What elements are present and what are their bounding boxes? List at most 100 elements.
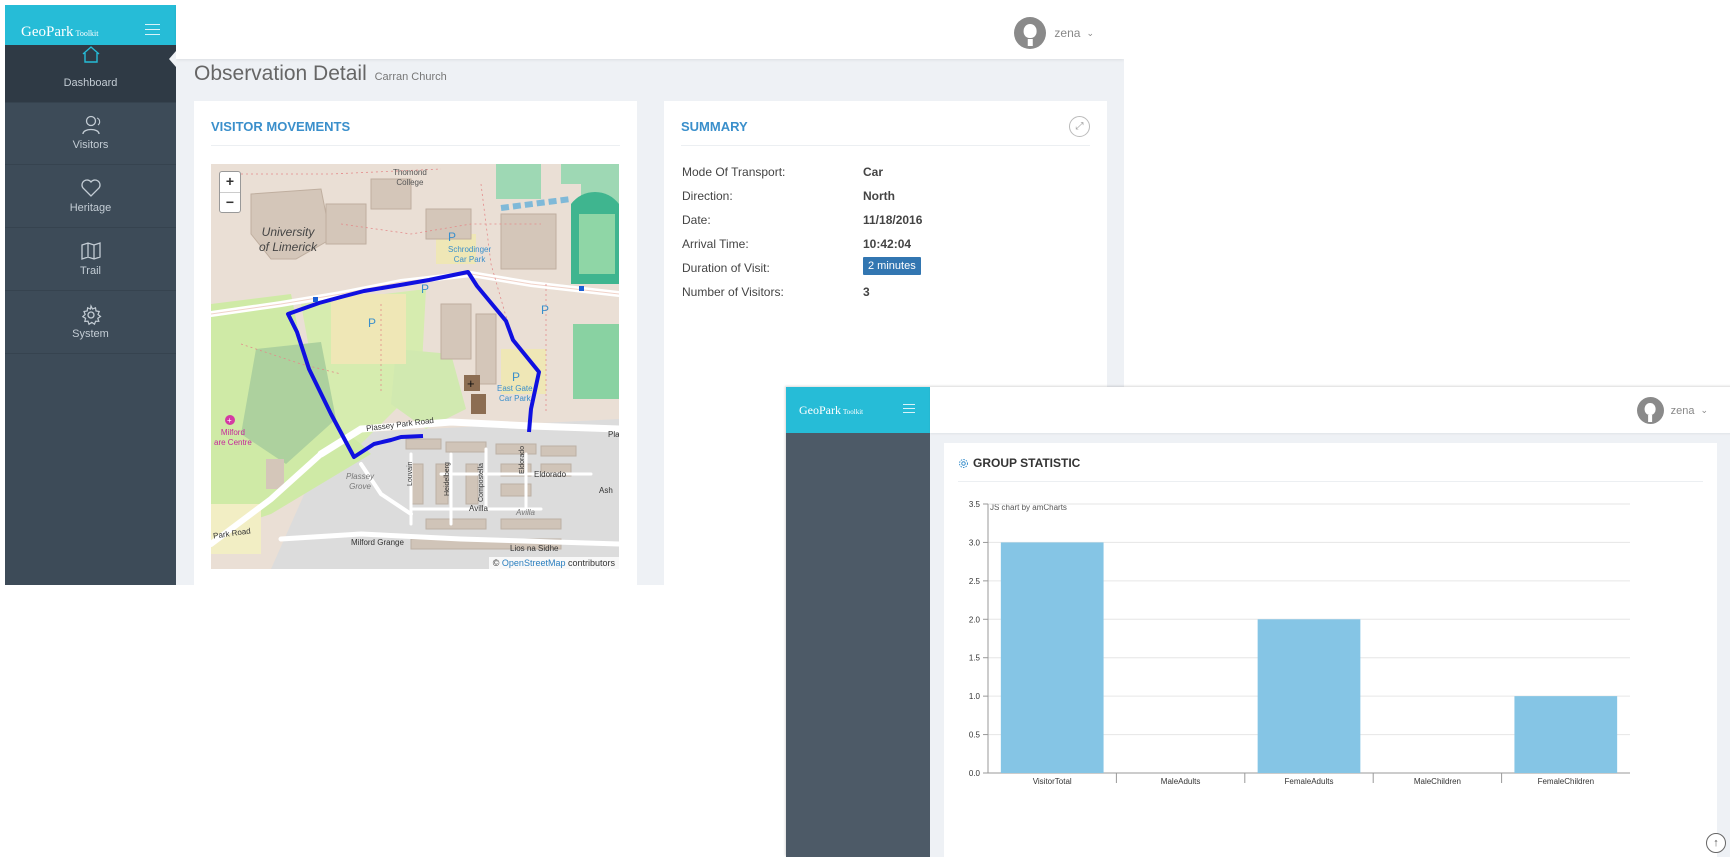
avatar — [1014, 17, 1047, 49]
map-label-milford: Milford are Centre — [214, 428, 252, 447]
brand-bar: GeoPark Toolkit — [786, 387, 930, 433]
map-label-heidelberg: Heidelberg — [444, 462, 451, 496]
group-statistic-panel: GROUP STATISTIC JS chart by amCharts 0.0… — [944, 443, 1717, 857]
summary-value: Car — [863, 165, 884, 179]
svg-text:+: + — [467, 376, 475, 391]
map-label-university: University of Limerick — [259, 225, 318, 254]
x-tick-label: MaleAdults — [1161, 777, 1201, 786]
panel-title: SUMMARY — [681, 119, 748, 134]
summary-value: North — [863, 189, 895, 203]
map-label-parking: P — [421, 282, 430, 296]
y-tick-label: 2.0 — [969, 615, 981, 624]
sidebar-item-trail[interactable]: Trail — [5, 229, 176, 291]
map-label-thomond: Thomond College — [393, 168, 427, 187]
divider — [681, 145, 1090, 146]
gear-icon — [81, 304, 102, 326]
divider — [211, 145, 620, 146]
top-bar: zena ⌄ — [176, 5, 1124, 59]
summary-value: 10:42:04 — [863, 237, 912, 251]
top-bar: zena ⌄ — [930, 387, 1730, 433]
summary-label: Arrival Time: — [682, 237, 749, 251]
y-tick-label: 0.0 — [969, 769, 981, 778]
sidebar-item-label: Heritage — [69, 202, 112, 214]
zoom-in-button[interactable]: + — [220, 172, 240, 192]
sidebar-item-label: Trail — [80, 265, 101, 277]
x-tick-label: VisitorTotal — [1033, 777, 1072, 786]
map-label-milford-grange: Milford Grange — [351, 538, 404, 547]
x-tick-label: FemaleChildren — [1538, 777, 1594, 786]
menu-toggle-icon[interactable] — [145, 24, 160, 35]
avatar — [1636, 397, 1664, 424]
map-label-eldorado-street: Eldorado — [519, 445, 526, 474]
sidebar-item-system[interactable]: System — [5, 292, 176, 354]
map-label-parking: P — [512, 370, 521, 384]
divider — [958, 481, 1703, 482]
geopark-logo[interactable]: GeoPark Toolkit — [799, 403, 863, 418]
expand-icon[interactable]: ⤢ — [1069, 116, 1090, 137]
openstreetmap-link[interactable]: OpenStreetMap — [502, 558, 566, 568]
duration-badge: 2 minutes — [863, 257, 921, 275]
gear-icon — [959, 458, 968, 468]
user-name: zena — [1054, 26, 1081, 40]
y-tick-label: 1.5 — [969, 654, 981, 663]
user-name: zena — [1670, 404, 1695, 417]
map-label-schrodinger: Schrodinger Car Park — [448, 245, 492, 264]
user-menu[interactable]: zena ⌄ — [1014, 17, 1094, 49]
user-menu[interactable]: zena ⌄ — [1636, 397, 1708, 424]
group-statistic-chart: JS chart by amCharts 0.00.51.01.52.02.53… — [969, 500, 1630, 786]
bar — [1514, 696, 1618, 773]
bar — [1000, 542, 1104, 773]
users-icon — [81, 115, 100, 135]
page-title: Observation Detail Carran Church — [194, 62, 447, 85]
y-tick-label: 1.0 — [969, 692, 981, 701]
group-statistic-window: GeoPark Toolkit zena ⌄ GROUP STATISTIC JS… — [786, 387, 1730, 857]
panel-title: VISITOR MOVEMENTS — [211, 119, 351, 134]
map-label-parking: P — [368, 316, 377, 330]
map-label-pla: Pla — [608, 430, 619, 439]
sidebar-item-label: Visitors — [72, 139, 109, 151]
map-label-parking: P — [448, 230, 457, 244]
map-attribution: © OpenStreetMap contributors — [488, 557, 619, 569]
zoom-control: + − — [219, 171, 241, 213]
summary-label: Direction: — [682, 189, 733, 203]
sidebar-item-label: Dashboard — [63, 77, 118, 89]
summary-label: Date: — [682, 213, 711, 227]
home-icon — [82, 46, 99, 63]
map-label-parking: P — [541, 303, 550, 317]
panel-title: GROUP STATISTIC — [958, 456, 1080, 470]
y-tick-label: 2.5 — [969, 577, 981, 586]
sidebar — [786, 433, 930, 857]
zoom-out-button[interactable]: − — [220, 192, 240, 212]
route-map[interactable]: + + Thomond College University of Limerick… — [211, 164, 619, 569]
geopark-logo[interactable]: GeoPark Toolkit — [21, 24, 99, 41]
y-tick-label: 3.0 — [969, 538, 981, 547]
menu-toggle-icon[interactable] — [903, 404, 915, 413]
map-label-plassey-grove: Plassey Grove — [346, 472, 375, 491]
y-tick-label: 3.5 — [969, 500, 981, 509]
visitor-movements-panel: VISITOR MOVEMENTS + + Thomond College Un… — [194, 101, 637, 585]
sidebar-item-dashboard[interactable]: Dashboard — [5, 45, 176, 103]
sidebar-item-label: System — [72, 328, 109, 340]
map-label-east-gate: East Gate Car Park — [497, 384, 533, 403]
summary-label: Duration of Visit: — [682, 261, 770, 275]
scroll-to-top-button[interactable]: ↑ — [1706, 833, 1726, 853]
summary-value: 3 — [863, 285, 870, 299]
summary-label: Number of Visitors: — [682, 285, 784, 299]
map-label-lios-na-sidhe: Lios na Sidhe — [510, 544, 559, 553]
chevron-down-icon: ⌄ — [1700, 405, 1708, 415]
map-label-compostella: Compostella — [478, 463, 485, 502]
heart-icon — [80, 179, 101, 197]
sidebar: Dashboard Visitors Heritage Trail System — [5, 45, 176, 585]
map-label-louvain: Louvain — [407, 461, 414, 486]
bar — [1257, 619, 1361, 773]
map-icon — [80, 242, 101, 260]
sidebar-item-visitors[interactable]: Visitors — [5, 103, 176, 165]
sidebar-item-heritage[interactable]: Heritage — [5, 166, 176, 228]
summary-value: 11/18/2016 — [863, 213, 923, 227]
map-label-ash: Ash — [599, 486, 613, 495]
x-tick-label: FemaleAdults — [1285, 777, 1334, 786]
chevron-down-icon: ⌄ — [1086, 27, 1094, 38]
map-label-eldorado: Eldorado — [534, 470, 567, 479]
y-tick-label: 0.5 — [969, 731, 981, 740]
map-label-avilla-area: Avilla — [516, 508, 535, 517]
